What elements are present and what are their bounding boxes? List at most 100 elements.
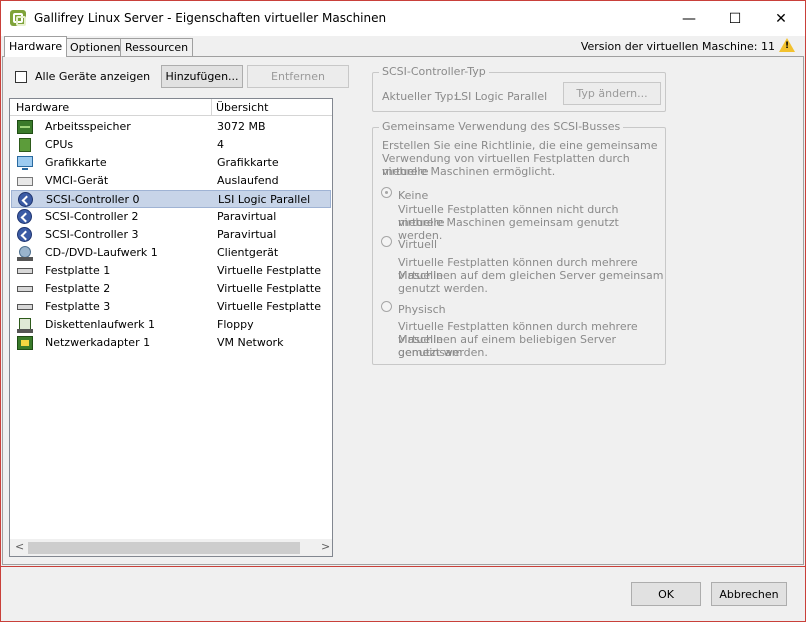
current-type-value: LSI Logic Parallel [455,90,548,103]
tab-options[interactable]: Optionen [65,38,126,56]
dialog-footer: OK Abbrechen [1,566,805,621]
ok-button[interactable]: OK [631,582,701,606]
hardware-name: SCSI-Controller 0 [46,193,140,206]
hardware-summary: 3072 MB [217,120,266,133]
hardware-tab-panel: Alle Geräte anzeigen Hinzufügen... Entfe… [2,56,804,565]
scroll-right-arrow[interactable]: > [321,540,330,553]
warning-icon: ! [779,38,795,52]
scroll-left-arrow[interactable]: < [15,540,24,553]
vsphere-app-icon [10,10,26,26]
hardware-name: Festplatte 2 [45,282,111,295]
hardware-summary: LSI Logic Parallel [218,193,311,206]
floppy-icon [17,318,33,333]
hardware-name: VMCI-Gerät [45,174,109,187]
hardware-row-scsi-0[interactable]: SCSI-Controller 0 LSI Logic Parallel [11,190,331,208]
column-header-hardware[interactable]: Hardware [16,101,69,114]
radio-virtual-description: genutzt werden. [398,282,488,295]
radio-virtual-description: Maschinen auf dem gleichen Server gemein… [398,269,664,282]
bus-sharing-description-line: virtuelle Maschinen ermöglicht. [382,165,556,178]
memory-icon [17,120,33,134]
hardware-summary: VM Network [217,336,284,349]
footer-divider [1,566,805,567]
hard-disk-icon [17,286,33,292]
maximize-button[interactable]: ☐ [712,1,758,36]
hardware-row-memory[interactable]: Arbeitsspeicher 3072 MB [11,118,331,136]
radio-virtual[interactable] [381,236,392,247]
bus-sharing-group: Gemeinsame Verwendung des SCSI-Busses Er… [372,120,666,365]
hardware-summary: Floppy [217,318,254,331]
hardware-row-vmci[interactable]: VMCI-Gerät Auslaufend [11,172,331,190]
hardware-list-header: Hardware Übersicht [10,99,332,116]
radio-none-description: virtuelle Maschinen gemeinsam genutzt we… [398,216,619,242]
hardware-row-floppy[interactable]: Diskettenlaufwerk 1 Floppy [11,316,331,334]
hardware-name: SCSI-Controller 2 [45,210,139,223]
radio-physical-label: Physisch [398,303,446,316]
hardware-name: Festplatte 1 [45,264,111,277]
scsi-type-group: SCSI-Controller-Typ Aktueller Typ: LSI L… [372,65,666,112]
hardware-summary: Grafikkarte [217,156,279,169]
hardware-row-disk-1[interactable]: Festplatte 1 Virtuelle Festplatte [11,262,331,280]
vmci-icon [17,177,33,186]
hardware-row-scsi-2[interactable]: SCSI-Controller 2 Paravirtual [11,208,331,226]
remove-button[interactable]: Entfernen [247,65,349,88]
radio-physical-description: genutzt werden. [398,346,488,359]
display-icon [17,156,33,170]
hardware-name: Festplatte 3 [45,300,111,313]
window-title: Gallifrey Linux Server - Eigenschaften v… [34,11,387,25]
vm-version-label: Version der virtuellen Maschine: 11 [580,40,775,53]
hardware-name: SCSI-Controller 3 [45,228,139,241]
add-button[interactable]: Hinzufügen... [161,65,243,88]
tab-bar: Hardware Optionen Ressourcen Version der… [1,36,805,57]
hardware-summary: Paravirtual [217,210,277,223]
minimize-button[interactable]: — [666,1,712,36]
column-header-summary[interactable]: Übersicht [216,101,268,114]
hardware-row-cd-dvd[interactable]: CD-/DVD-Laufwerk 1 Clientgerät [11,244,331,262]
radio-virtual-label: Virtuell [398,238,438,251]
hard-disk-icon [17,304,33,310]
scrollbar-thumb[interactable] [28,542,300,554]
show-all-devices-checkbox[interactable]: Alle Geräte anzeigen [15,70,150,83]
scsi-icon [18,192,33,207]
hardware-summary: Auslaufend [217,174,279,187]
cancel-button[interactable]: Abbrechen [711,582,787,606]
hardware-summary: 4 [217,138,224,151]
hardware-row-cpus[interactable]: CPUs 4 [11,136,331,154]
title-bar[interactable]: Gallifrey Linux Server - Eigenschaften v… [1,1,805,36]
hardware-name: CD-/DVD-Laufwerk 1 [45,246,158,259]
current-type-label: Aktueller Typ: [382,90,458,103]
hard-disk-icon [17,268,33,274]
scsi-icon [17,227,32,242]
radio-none[interactable] [381,187,392,198]
radio-physical[interactable] [381,301,392,312]
checkbox-box[interactable] [15,70,27,83]
show-all-devices-label: Alle Geräte anzeigen [35,70,151,83]
radio-none-label: Keine [398,189,429,202]
hardware-name: Diskettenlaufwerk 1 [45,318,155,331]
tab-hardware[interactable]: Hardware [4,36,68,57]
cpu-icon [19,138,31,152]
hardware-row-network[interactable]: Netzwerkadapter 1 VM Network [11,334,331,352]
hardware-row-disk-3[interactable]: Festplatte 3 Virtuelle Festplatte [11,298,331,316]
change-type-button[interactable]: Typ ändern... [563,82,661,105]
hardware-row-video-card[interactable]: Grafikkarte Grafikkarte [11,154,331,172]
hardware-summary: Virtuelle Festplatte [217,264,322,277]
hardware-list[interactable]: Hardware Übersicht Arbeitsspeicher 3072 … [9,98,333,557]
properties-window: Gallifrey Linux Server - Eigenschaften v… [0,0,806,622]
close-button[interactable]: ✕ [758,1,804,36]
hardware-name: Netzwerkadapter 1 [45,336,151,349]
horizontal-scrollbar[interactable]: < > [10,539,332,556]
cd-drive-icon [17,246,33,261]
scsi-icon [17,209,32,224]
hardware-summary: Virtuelle Festplatte [217,282,322,295]
column-separator[interactable] [211,99,212,116]
hardware-summary: Clientgerät [217,246,279,259]
bus-sharing-description-line: Erstellen Sie eine Richtlinie, die eine … [382,139,658,152]
hardware-name: Arbeitsspeicher [45,120,131,133]
hardware-row-scsi-3[interactable]: SCSI-Controller 3 Paravirtual [11,226,331,244]
tab-resources[interactable]: Ressourcen [120,38,194,56]
hardware-summary: Virtuelle Festplatte [217,300,322,313]
hardware-row-disk-2[interactable]: Festplatte 2 Virtuelle Festplatte [11,280,331,298]
hardware-summary: Paravirtual [217,228,277,241]
hardware-name: CPUs [45,138,74,151]
network-icon [17,336,33,350]
